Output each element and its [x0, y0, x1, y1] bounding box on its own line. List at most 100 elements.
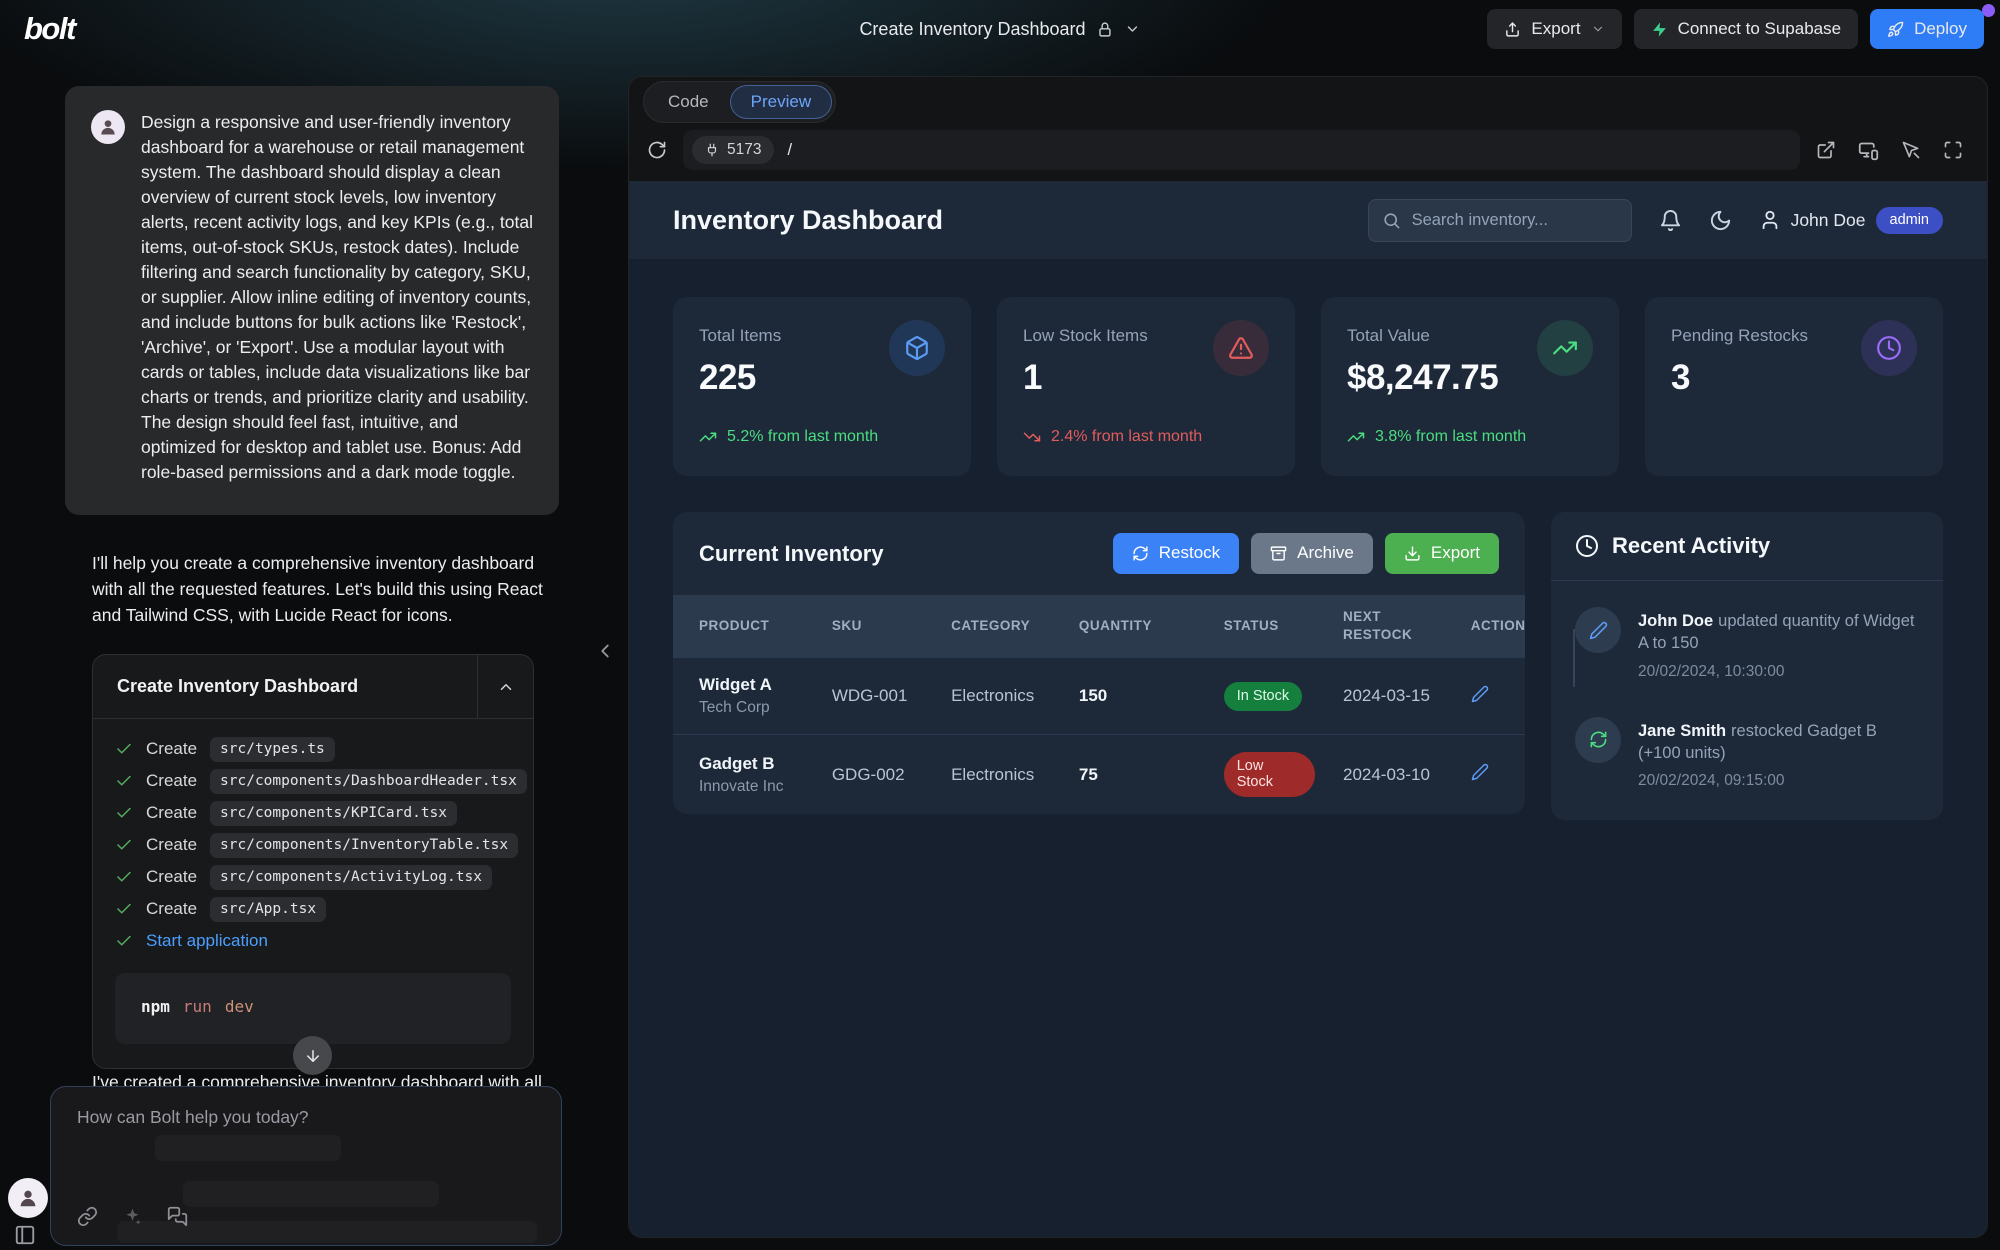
- kpi-trend: [1671, 426, 1917, 448]
- pencil-icon: [1471, 685, 1489, 703]
- activity-entry: Jane Smithrestocked Gadget B (+100 units…: [1575, 717, 1919, 791]
- search-input[interactable]: [1412, 211, 1618, 230]
- archive-button[interactable]: Archive: [1251, 533, 1373, 574]
- collapse-artifact-button[interactable]: [477, 655, 533, 718]
- product-supplier: Innovate Inc: [699, 778, 804, 796]
- table-header-row: Product SKU Category Quantity Status Nex…: [673, 595, 1525, 658]
- role-badge: admin: [1876, 207, 1944, 234]
- refresh-icon: [1575, 717, 1621, 763]
- user-name: John Doe: [1791, 210, 1866, 231]
- sparkles-icon[interactable]: [122, 1206, 143, 1227]
- start-application-link[interactable]: Start application: [146, 931, 268, 951]
- search-icon: [1382, 211, 1401, 230]
- user-menu[interactable]: John Doe admin: [1759, 207, 1943, 234]
- deploy-button[interactable]: Deploy: [1870, 9, 1984, 49]
- artifact-header[interactable]: Create Inventory Dashboard: [93, 655, 533, 719]
- kpi-value: 225: [699, 358, 781, 398]
- table-row: Widget A Tech Corp WDG-001 Electronics 1…: [673, 658, 1525, 735]
- file-chip[interactable]: src/components/ActivityLog.tsx: [210, 865, 492, 890]
- dashboard-title: Inventory Dashboard: [673, 205, 943, 236]
- quantity-cell[interactable]: 150: [1065, 658, 1210, 735]
- category-cell: Electronics: [937, 735, 1065, 815]
- link-icon[interactable]: [77, 1206, 98, 1227]
- tab-preview[interactable]: Preview: [730, 85, 832, 119]
- tab-code[interactable]: Code: [647, 85, 730, 119]
- trending-up-icon: [1537, 320, 1593, 376]
- url-field[interactable]: 5173 /: [683, 130, 1800, 170]
- panel-left-icon: [14, 1224, 36, 1246]
- project-title-menu[interactable]: Create Inventory Dashboard: [859, 19, 1140, 40]
- artifact-step: Create src/components/ActivityLog.tsx: [115, 861, 511, 893]
- clock-icon: [1861, 320, 1917, 376]
- notifications-button[interactable]: [1659, 209, 1682, 232]
- arrow-down-icon: [304, 1047, 322, 1065]
- account-avatar[interactable]: [8, 1178, 48, 1218]
- chat-input[interactable]: [77, 1107, 535, 1128]
- recent-activity-card: Recent Activity John Doeupdated quantity…: [1551, 512, 1943, 820]
- user-prompt-text: Design a responsive and user-friendly in…: [141, 110, 533, 485]
- next-restock-cell: 2024-03-10: [1329, 735, 1457, 815]
- scroll-down-button[interactable]: [293, 1036, 332, 1075]
- file-chip[interactable]: src/App.tsx: [210, 897, 326, 922]
- command-run: run: [183, 997, 212, 1016]
- chat-bubbles-icon[interactable]: [167, 1206, 188, 1227]
- sku-cell: WDG-001: [818, 658, 937, 735]
- check-icon: [115, 772, 133, 790]
- artifact-step-start: Start application: [115, 925, 511, 957]
- artifact-step: Create src/components/DashboardHeader.ts…: [115, 765, 511, 797]
- file-chip[interactable]: src/components/InventoryTable.tsx: [210, 833, 518, 858]
- reload-button[interactable]: [647, 140, 667, 160]
- preview-urlbar: 5173 /: [629, 127, 1987, 181]
- open-external-icon[interactable]: [1816, 140, 1836, 160]
- product-name: Gadget B: [699, 754, 804, 774]
- next-restock-cell: 2024-03-15: [1329, 658, 1457, 735]
- inventory-search[interactable]: [1368, 199, 1632, 242]
- export-button[interactable]: Export: [1487, 9, 1621, 49]
- inspector-cursor-icon[interactable]: [1901, 140, 1921, 160]
- rocket-icon: [1887, 21, 1904, 38]
- quantity-cell[interactable]: 75: [1065, 735, 1210, 815]
- download-icon: [1404, 545, 1421, 562]
- workbench-tabbar: Code Preview: [629, 77, 1987, 127]
- fullscreen-icon[interactable]: [1943, 140, 1963, 160]
- inventory-table: Product SKU Category Quantity Status Nex…: [673, 595, 1525, 814]
- activity-actor: Jane Smith: [1638, 722, 1726, 740]
- check-icon: [115, 836, 133, 854]
- status-badge: In Stock: [1224, 682, 1302, 711]
- alert-triangle-icon: [1213, 320, 1269, 376]
- check-icon: [115, 900, 133, 918]
- port-badge[interactable]: 5173: [692, 136, 774, 164]
- topbar-actions: Export Connect to Supabase Deploy: [1487, 9, 1984, 49]
- restock-button[interactable]: Restock: [1113, 533, 1239, 574]
- artifact-title: Create Inventory Dashboard: [93, 655, 477, 718]
- export-csv-button[interactable]: Export: [1385, 533, 1499, 574]
- file-chip[interactable]: src/types.ts: [210, 737, 335, 762]
- port-number: 5173: [727, 141, 761, 159]
- activity-title: Recent Activity: [1612, 533, 1770, 559]
- collapse-chat-button[interactable]: [594, 640, 616, 662]
- product-name: Widget A: [699, 675, 804, 695]
- file-chip[interactable]: src/components/KPICard.tsx: [210, 801, 457, 826]
- step-action: Create: [146, 771, 197, 791]
- dashboard-main-row: Current Inventory Restock Archive Exp: [629, 476, 1987, 856]
- edit-row-button[interactable]: [1471, 685, 1489, 703]
- file-chip[interactable]: src/components/DashboardHeader.tsx: [210, 769, 527, 794]
- check-icon: [115, 740, 133, 758]
- responsive-devices-icon[interactable]: [1858, 140, 1879, 161]
- kpi-card-total-value: Total Value $8,247.75 3.8% from last mon…: [1321, 297, 1619, 476]
- edit-row-button[interactable]: [1471, 763, 1489, 781]
- redacted-block: [155, 1135, 341, 1161]
- dark-mode-toggle[interactable]: [1709, 209, 1732, 232]
- app-preview: Inventory Dashboard John Doe admin: [629, 181, 1987, 1237]
- terminal-command-block: npmrundev: [115, 973, 511, 1044]
- bolt-logo[interactable]: bolt: [16, 11, 75, 47]
- plug-icon: [705, 143, 719, 157]
- activity-timestamp: 20/02/2024, 10:30:00: [1638, 663, 1919, 681]
- artifact-step: Create src/App.tsx: [115, 893, 511, 925]
- connect-supabase-button[interactable]: Connect to Supabase: [1634, 9, 1859, 49]
- kpi-label: Low Stock Items: [1023, 322, 1148, 346]
- check-icon: [115, 868, 133, 886]
- sidebar-toggle-icon[interactable]: [14, 1224, 36, 1246]
- col-actions: Actions: [1457, 595, 1525, 658]
- kpi-trend: 2.4% from last month: [1023, 426, 1269, 448]
